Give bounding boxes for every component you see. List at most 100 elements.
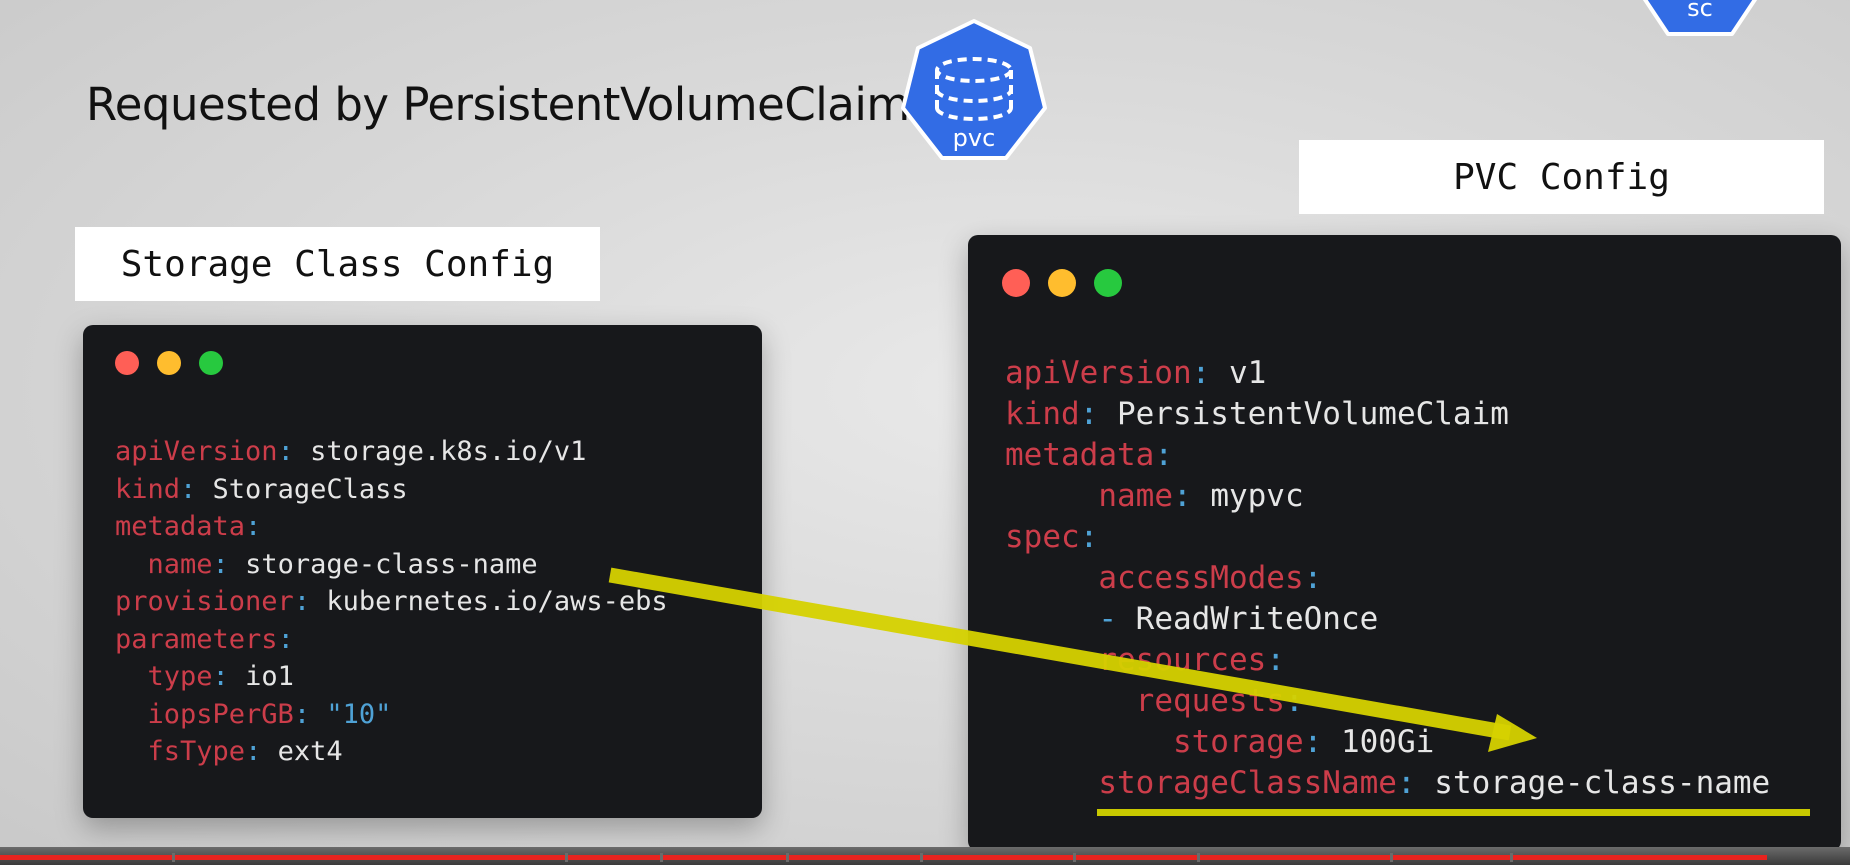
code-line: metadata: [115, 508, 668, 546]
yaml-key: name [147, 548, 213, 580]
storage-class-config-label: Storage Class Config [75, 227, 600, 301]
minimize-dot-icon [157, 351, 181, 375]
yaml-value [1005, 478, 1098, 514]
yaml-punct: : [212, 661, 246, 692]
code-line: name: mypvc [1005, 476, 1770, 517]
yaml-value: PersistentVolumeClaim [1116, 396, 1509, 432]
yaml-value: storage-class-name [245, 548, 538, 580]
yaml-punct: : [180, 473, 213, 505]
close-dot-icon [115, 351, 139, 375]
yaml-punct: : [277, 436, 311, 467]
yaml-punct: : [1079, 396, 1117, 432]
yaml-key: fsType [147, 736, 246, 767]
yaml-punct: : [293, 586, 327, 617]
yaml-punct: : [277, 623, 294, 655]
pvc-yaml: apiVersion: v1 kind: PersistentVolumeClai… [1005, 353, 1770, 804]
yaml-key: metadata [115, 511, 246, 542]
yaml-punct: - [1098, 601, 1136, 637]
yaml-value [115, 736, 148, 767]
yaml-value [115, 549, 148, 580]
code-line: parameters: [115, 621, 668, 659]
code-line: resources: [1005, 640, 1770, 681]
chapter-marker [172, 853, 175, 862]
yaml-key: apiVersion [1005, 355, 1192, 391]
yaml-key: storage [1172, 724, 1304, 760]
yaml-punct: : [1396, 765, 1435, 801]
yaml-value [1005, 683, 1136, 719]
code-line: accessModes: [1005, 558, 1770, 599]
code-line: fsType: ext4 [115, 733, 668, 771]
yaml-value [1005, 724, 1173, 760]
yaml-punct: : [1303, 724, 1341, 760]
yaml-value [1005, 560, 1098, 596]
yaml-key: metadata [1005, 437, 1155, 473]
yaml-value: "10" [326, 698, 392, 730]
yaml-punct: : [1079, 519, 1099, 555]
yaml-punct: : [1172, 478, 1211, 514]
pvc-config-label: PVC Config [1299, 140, 1824, 214]
code-line: storage: 100Gi [1005, 722, 1770, 763]
minimize-dot-icon [1048, 269, 1076, 297]
sc-badge: sc [1630, 0, 1770, 38]
chapter-marker [1197, 853, 1200, 862]
code-line: iopsPerGB: "10" [115, 696, 668, 734]
yaml-value [115, 699, 148, 730]
code-line: type: io1 [115, 658, 668, 696]
storage-class-code-window: apiVersion: storage.k8s.io/v1 kind: Stora… [83, 325, 762, 818]
chapter-marker [786, 853, 789, 862]
yaml-value: io1 [245, 661, 294, 692]
yaml-key: storageClassName [1098, 765, 1397, 801]
code-line: apiVersion: storage.k8s.io/v1 [115, 433, 668, 471]
maximize-dot-icon [199, 351, 223, 375]
close-dot-icon [1002, 269, 1030, 297]
yaml-punct: : [245, 511, 262, 542]
yaml-value [1005, 765, 1098, 801]
yaml-value: mypvc [1210, 478, 1304, 514]
code-line: provisioner: kubernetes.io/aws-ebs [115, 583, 668, 621]
yaml-value [115, 661, 148, 692]
chapter-marker [660, 853, 663, 862]
yaml-value [1005, 601, 1098, 637]
pvc-code-window: apiVersion: v1 kind: PersistentVolumeClai… [968, 235, 1841, 851]
yaml-value: ReadWriteOnce [1135, 601, 1379, 637]
sc-badge-label: sc [1687, 0, 1713, 22]
maximize-dot-icon [1094, 269, 1122, 297]
yaml-key: spec [1005, 519, 1080, 555]
yaml-value [1005, 642, 1098, 678]
yaml-key: name [1098, 478, 1173, 514]
progress-played [0, 855, 1767, 860]
pvc-badge: pvc [900, 18, 1048, 166]
yaml-punct: : [1154, 437, 1173, 473]
code-line: - ReadWriteOnce [1005, 599, 1770, 640]
yaml-punct: : [245, 736, 278, 767]
yaml-key: kind [115, 473, 181, 505]
yaml-value: 100Gi [1340, 724, 1435, 760]
window-controls [1002, 269, 1122, 297]
yaml-key: parameters [115, 623, 278, 655]
chapter-marker [1390, 853, 1393, 862]
code-line: kind: PersistentVolumeClaim [1005, 394, 1770, 435]
code-line: metadata: [1005, 435, 1770, 476]
pvc-badge-label: pvc [952, 124, 996, 152]
video-progress-bar[interactable] [0, 847, 1850, 865]
yaml-key: requests [1135, 683, 1285, 719]
window-controls [115, 351, 223, 375]
yaml-key: provisioner [115, 586, 294, 617]
chapter-marker [565, 853, 568, 862]
yaml-value: StorageClass [212, 473, 408, 505]
yaml-value: storage.k8s.io/v1 [310, 436, 587, 467]
code-line: storageClassName: storage-class-name [1005, 763, 1770, 804]
chapter-marker [1510, 853, 1513, 862]
code-line: requests: [1005, 681, 1770, 722]
yaml-value: kubernetes.io/aws-ebs [326, 586, 668, 617]
code-line: name: storage-class-name [115, 546, 668, 584]
yaml-key: iopsPerGB [147, 698, 294, 730]
yaml-key: kind [1005, 396, 1080, 432]
yaml-punct: : [212, 548, 246, 580]
yaml-punct: : [1303, 560, 1323, 596]
storage-class-yaml: apiVersion: storage.k8s.io/v1 kind: Stora… [115, 433, 668, 771]
yaml-punct: : [1266, 642, 1285, 678]
chapter-marker [920, 853, 923, 862]
yaml-key: accessModes [1098, 560, 1304, 596]
chapter-marker [1073, 853, 1076, 862]
